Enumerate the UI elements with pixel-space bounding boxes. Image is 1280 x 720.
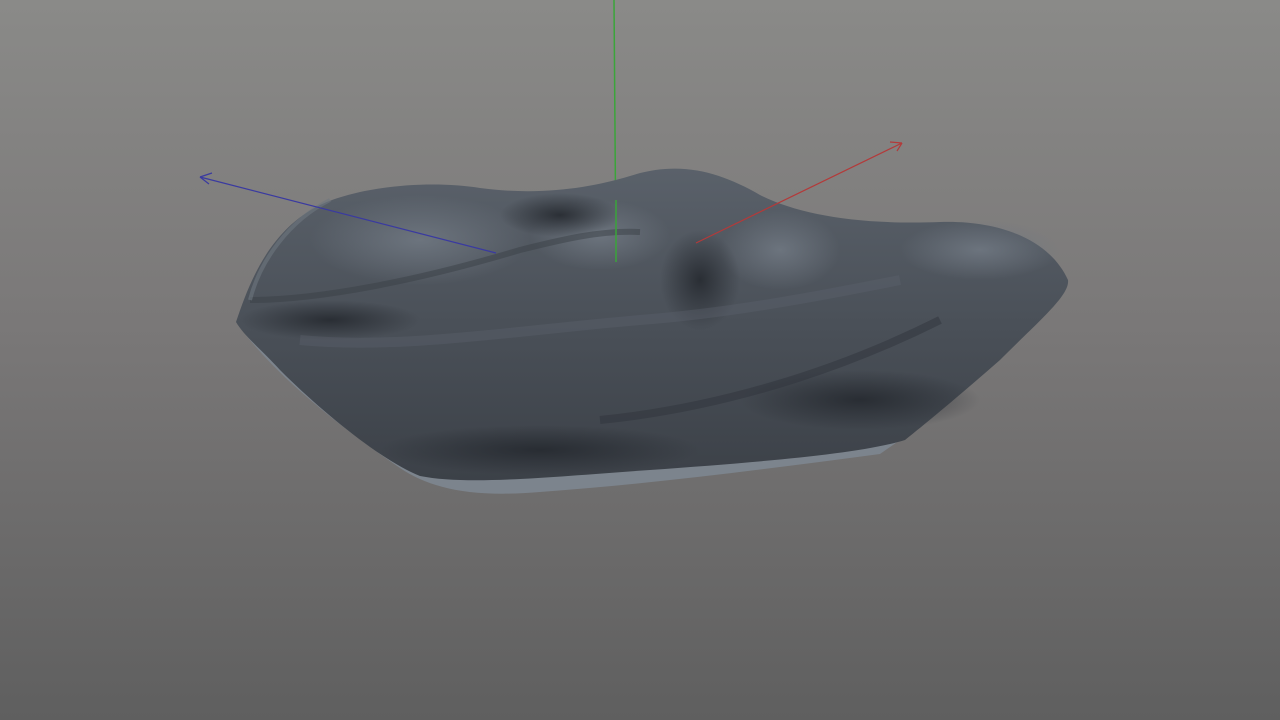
3d-viewport[interactable] (0, 0, 1280, 720)
viewport-canvas[interactable] (0, 0, 1280, 720)
